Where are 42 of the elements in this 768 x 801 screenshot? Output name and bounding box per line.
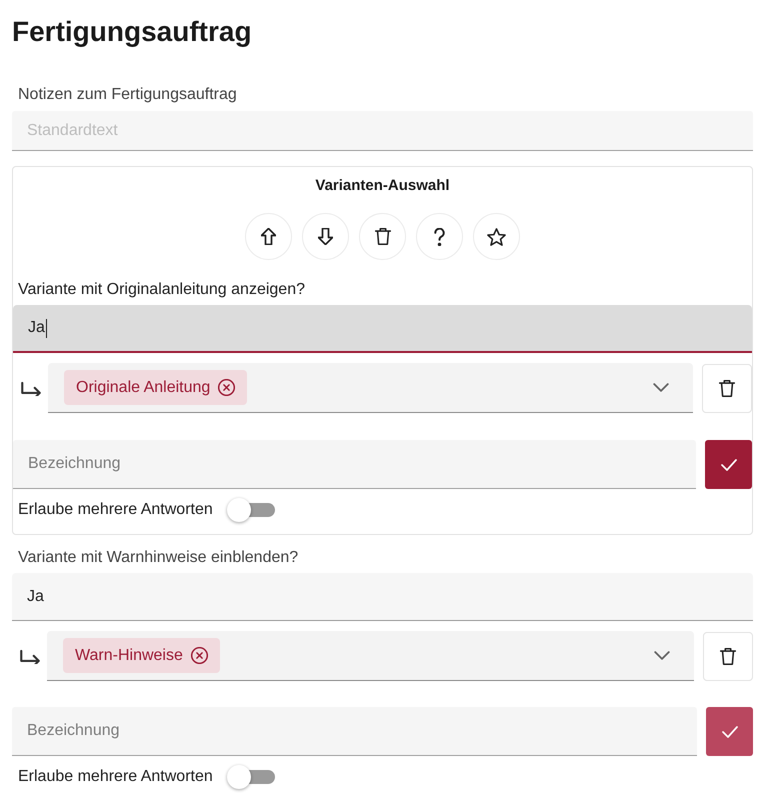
up-arrow-icon xyxy=(261,228,276,245)
option-select[interactable]: Warn-Hinweise xyxy=(47,631,694,681)
delete-button[interactable] xyxy=(359,213,406,260)
chevron-down-icon xyxy=(654,651,670,660)
help-icon xyxy=(434,228,445,246)
notes-input[interactable]: Standardtext xyxy=(12,111,753,151)
answer-field[interactable]: Ja xyxy=(12,573,753,621)
toggle-switch[interactable] xyxy=(226,498,275,522)
move-up-button[interactable] xyxy=(245,213,292,260)
question-label: Variante mit Warnhinweise einblenden? xyxy=(17,548,298,568)
star-icon xyxy=(487,228,506,246)
toggle-label: Erlaube mehrere Antworten xyxy=(18,767,213,787)
trash-icon xyxy=(374,227,390,246)
confirm-button[interactable] xyxy=(705,440,752,489)
remove-icon xyxy=(190,647,208,664)
remove-icon xyxy=(218,379,236,396)
question-label: Variante mit Originalanleitung anzeigen? xyxy=(17,280,305,300)
toggle-label: Erlaube mehrere Antworten xyxy=(18,500,213,520)
option-select[interactable]: Originale Anleitung xyxy=(48,363,693,413)
answer-field[interactable]: Ja xyxy=(13,305,752,353)
card-title: Varianten-Auswahl xyxy=(314,176,451,196)
name-input[interactable]: Bezeichnung xyxy=(13,440,696,489)
chevron-down-icon xyxy=(653,383,669,392)
check-icon xyxy=(720,458,736,470)
page-title: Fertigungsauftrag xyxy=(12,15,252,49)
option-chip[interactable]: Warn-Hinweise xyxy=(63,638,220,673)
name-input[interactable]: Bezeichnung xyxy=(12,707,697,756)
notes-label: Notizen zum Fertigungsauftrag xyxy=(17,85,237,105)
trash-icon xyxy=(719,378,735,398)
favorite-button[interactable] xyxy=(473,213,520,260)
delete-button[interactable] xyxy=(703,632,753,680)
text-cursor xyxy=(46,318,47,338)
trash-icon xyxy=(720,646,736,666)
check-icon xyxy=(722,726,738,738)
corner-arrow-icon xyxy=(21,380,41,396)
move-down-button[interactable] xyxy=(302,213,349,260)
delete-button[interactable] xyxy=(702,364,752,412)
down-arrow-icon xyxy=(318,228,333,245)
help-button[interactable] xyxy=(416,213,463,260)
corner-arrow-icon xyxy=(20,648,40,664)
toggle-switch[interactable] xyxy=(226,765,275,789)
option-chip[interactable]: Originale Anleitung xyxy=(64,370,248,405)
